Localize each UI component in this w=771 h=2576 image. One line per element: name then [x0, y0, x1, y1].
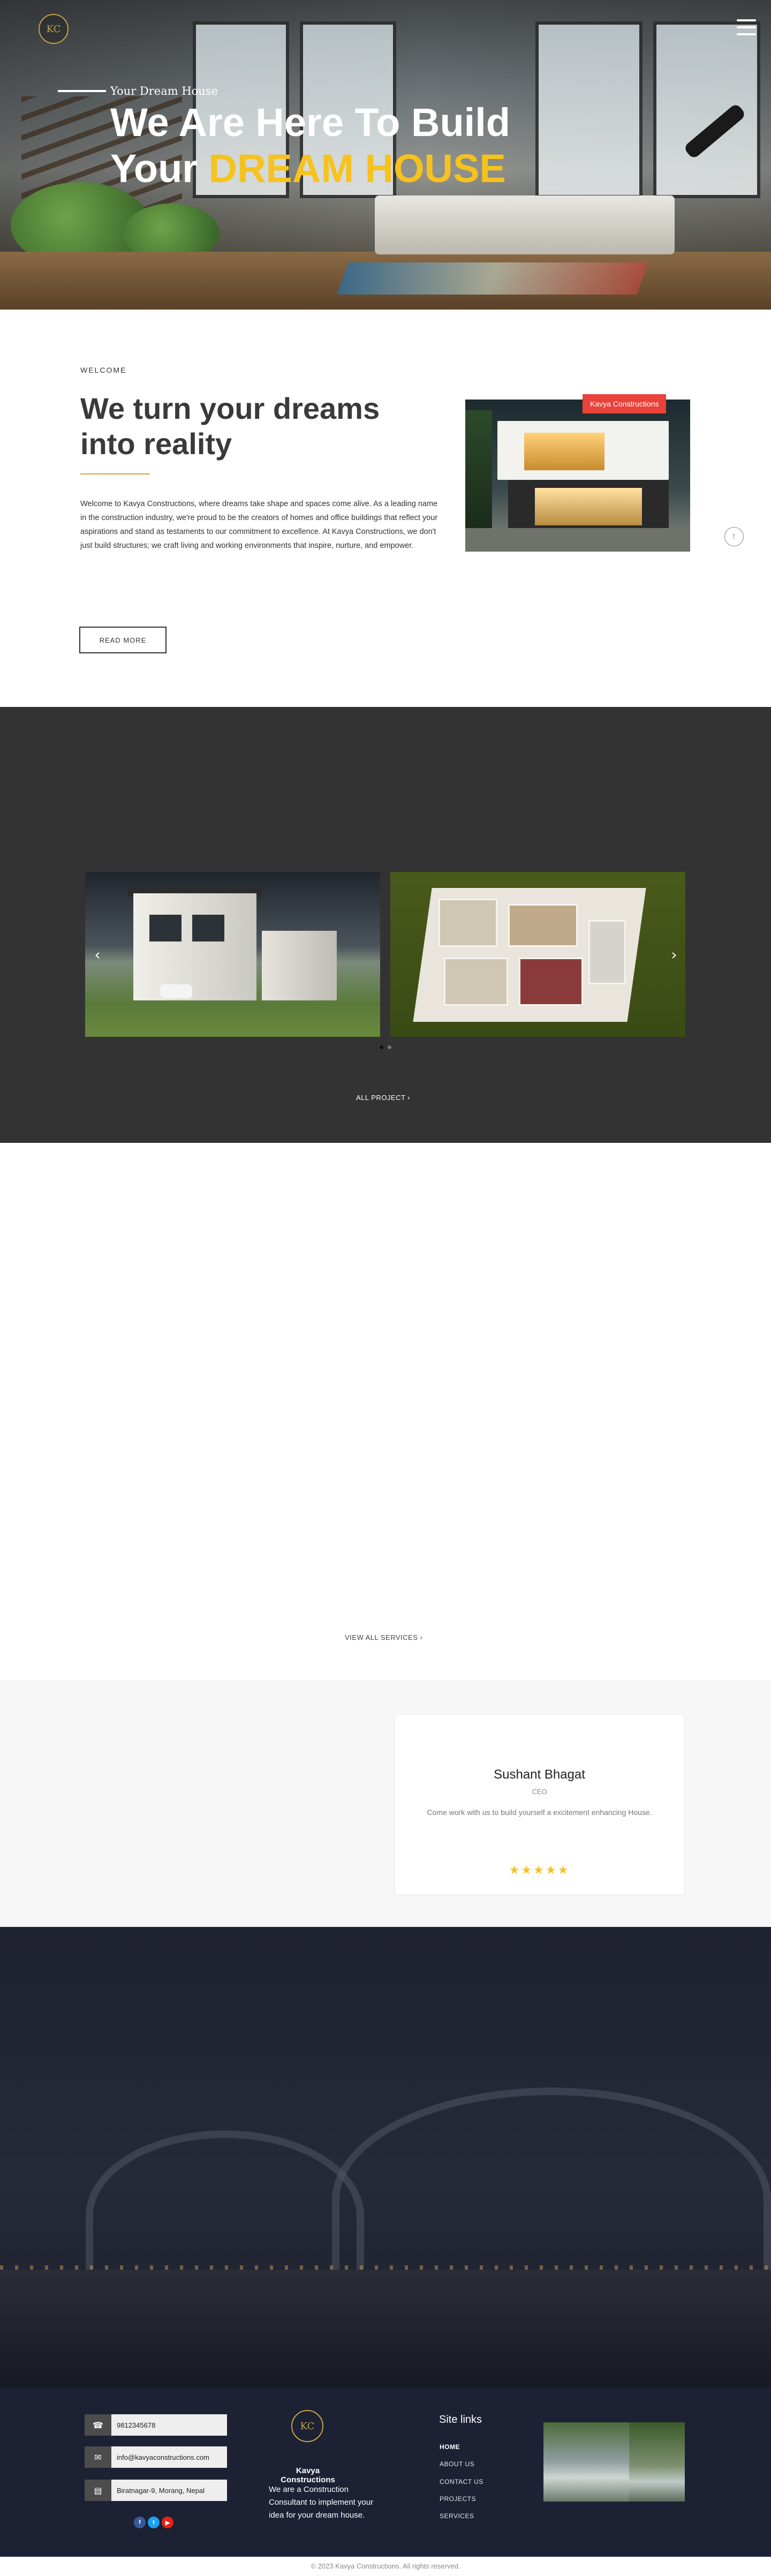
youtube-icon[interactable]: ▶	[162, 2517, 173, 2528]
footer-logo[interactable]: KC	[291, 2410, 323, 2442]
site-logo[interactable]: KC	[39, 14, 69, 44]
plan-room	[439, 899, 497, 947]
hamburger-menu-icon[interactable]	[737, 19, 756, 35]
facebook-icon[interactable]: f	[134, 2517, 146, 2528]
phone-text: 9812345678	[111, 2414, 227, 2436]
testimonial-name: Sushant Bhagat	[494, 1767, 585, 1782]
house-window	[524, 433, 604, 470]
footer-link-home[interactable]: HOME	[440, 2443, 460, 2451]
address-text: Biratnagar-9, Morang, Nepal	[111, 2480, 227, 2501]
hero-sofa	[375, 195, 675, 254]
plan-room	[444, 958, 508, 1006]
building-window	[192, 915, 224, 941]
view-all-services-link[interactable]: VIEW ALL SERVICES ›	[345, 1633, 422, 1641]
twitter-icon[interactable]: t	[148, 2517, 160, 2528]
building-window	[149, 915, 182, 941]
contact-phone[interactable]: ☎ 9812345678	[85, 2414, 227, 2436]
email-icon: ✉	[85, 2446, 111, 2468]
hero-window	[535, 21, 642, 198]
hero-tagline-row: Your Dream House	[58, 85, 218, 97]
hero-window	[653, 21, 760, 198]
menu-bar	[737, 19, 756, 21]
footer-gallery-image[interactable]	[543, 2422, 629, 2502]
project-slide[interactable]	[390, 872, 685, 1037]
copyright: © 2023 Kavya Constructions. All rights r…	[0, 2557, 771, 2576]
menu-bar	[737, 33, 756, 35]
welcome-house-image	[465, 400, 690, 552]
hero-title-highlight: DREAM HOUSE	[208, 146, 506, 191]
hero-title-line1: We Are Here To Build	[110, 100, 510, 145]
building-main	[133, 893, 256, 1000]
welcome-label: WELCOME	[80, 366, 127, 374]
footer-company-name: Kavya Constructions	[281, 2466, 335, 2484]
building-icon: ▤	[85, 2480, 111, 2501]
read-more-button[interactable]: READ MORE	[79, 627, 167, 653]
plan-room	[588, 920, 626, 984]
email-text: info@kavyaconstructions.com	[111, 2446, 227, 2468]
footer-link-projects[interactable]: PROJECTS	[440, 2495, 476, 2503]
slider-dot-active[interactable]	[380, 1045, 383, 1049]
contact-email[interactable]: ✉ info@kavyaconstructions.com	[85, 2446, 227, 2468]
testimonial-quote: Come work with us to build yourself a ex…	[427, 1808, 652, 1817]
hero-rug	[337, 262, 648, 295]
phone-icon: ☎	[85, 2414, 111, 2436]
plan-room	[519, 958, 583, 1006]
car	[160, 984, 192, 998]
project-slide[interactable]	[85, 872, 380, 1037]
footer-logo-text: KC	[300, 2420, 315, 2432]
plan-room	[508, 904, 578, 947]
hero-title-prefix: Your	[110, 146, 198, 191]
house-driveway	[465, 528, 690, 552]
city-banner	[0, 1927, 771, 2387]
water-reflection	[0, 2270, 771, 2387]
all-projects-link[interactable]: ALL PROJECT ›	[356, 1094, 410, 1102]
footer-link-contact[interactable]: CONTACT US	[440, 2478, 483, 2485]
footer-about: We are a Construction Consultant to impl…	[269, 2485, 374, 2520]
menu-bar	[737, 26, 756, 28]
star-rating: ★★★★★	[509, 1864, 570, 1877]
contact-address[interactable]: ▤ Biratnagar-9, Morang, Nepal	[85, 2480, 227, 2501]
welcome-text: Welcome to Kavya Constructions, where dr…	[80, 500, 438, 550]
site-links-title: Site links	[439, 2414, 482, 2426]
footer-gallery-image[interactable]	[629, 2422, 685, 2502]
hero-title: We Are Here To Build Your DREAM HOUSE	[110, 100, 510, 192]
slider-dot[interactable]	[388, 1045, 391, 1049]
chevron-left-icon[interactable]: ‹	[91, 946, 104, 963]
palm-tree	[465, 410, 492, 533]
footer-link-about[interactable]: ABOUT US	[440, 2460, 474, 2468]
logo-text: KC	[46, 23, 61, 35]
building-wing	[262, 931, 337, 1000]
testimonial-role: CEO	[532, 1788, 547, 1796]
chevron-right-icon[interactable]: ›	[668, 946, 681, 963]
welcome-divider	[80, 473, 150, 474]
hero-tagline: Your Dream House	[110, 85, 218, 97]
footer-link-services[interactable]: SERVICES	[440, 2512, 474, 2520]
tagline-line	[58, 90, 106, 92]
scroll-top-arrow-icon[interactable]: ↑	[724, 527, 744, 546]
welcome-title: We turn your dreams into reality	[80, 391, 380, 461]
image-badge: Kavya Constructions	[583, 394, 667, 413]
house-garage	[535, 488, 642, 525]
